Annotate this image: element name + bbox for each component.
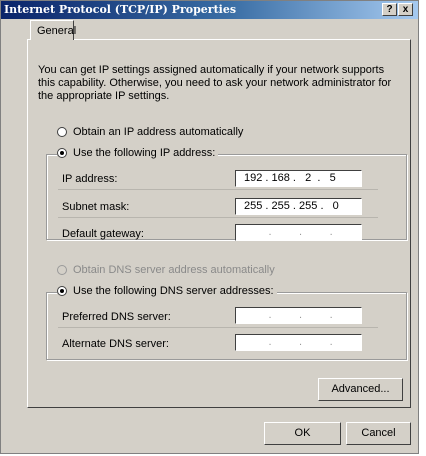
row-divider	[58, 217, 378, 218]
help-button[interactable]: ?	[382, 3, 397, 16]
dialog-title: Internet Protocol (TCP/IP) Properties	[4, 3, 237, 16]
radio-unchecked-icon	[57, 127, 67, 137]
radio-checked-icon	[57, 148, 67, 158]
use-following-ip-label: Use the following IP address:	[73, 147, 216, 159]
advanced-button[interactable]: Advanced...	[318, 378, 403, 401]
subnet-mask-field[interactable]: 255 . 255 . 255 . 0	[235, 198, 362, 215]
ok-button[interactable]: OK	[264, 422, 341, 445]
obtain-dns-automatically-label: Obtain DNS server address automatically	[73, 264, 275, 276]
alternate-dns-field[interactable]: . . .	[235, 334, 362, 351]
title-bar[interactable]: Internet Protocol (TCP/IP) Properties ? …	[1, 1, 418, 19]
ip-address-label: IP address:	[62, 173, 118, 185]
use-following-dns-radio[interactable]: Use the following DNS server addresses:	[57, 285, 277, 299]
obtain-dns-automatically-radio[interactable]: Obtain DNS server address automatically	[57, 264, 275, 278]
obtain-ip-automatically-radio[interactable]: Obtain an IP address automatically	[57, 126, 244, 140]
preferred-dns-label: Preferred DNS server:	[62, 311, 171, 323]
radio-disabled-icon	[57, 265, 67, 275]
cancel-button[interactable]: Cancel	[346, 422, 411, 445]
preferred-dns-field[interactable]: . . .	[235, 307, 362, 324]
description-text: You can get IP settings assigned automat…	[38, 64, 392, 102]
subnet-mask-label: Subnet mask:	[62, 201, 130, 213]
use-following-ip-radio[interactable]: Use the following IP address:	[57, 147, 219, 161]
close-button[interactable]: x	[398, 3, 413, 16]
use-following-dns-label: Use the following DNS server addresses:	[73, 285, 274, 297]
radio-checked-icon	[57, 286, 67, 296]
default-gateway-label: Default gateway:	[62, 228, 144, 240]
ip-address-field[interactable]: 192 . 168 . 2 . 5	[235, 170, 362, 187]
row-divider	[58, 189, 378, 190]
default-gateway-field[interactable]: . . .	[235, 224, 362, 241]
obtain-ip-automatically-label: Obtain an IP address automatically	[73, 126, 244, 138]
row-divider	[58, 327, 378, 328]
tab-general[interactable]: General	[30, 20, 76, 40]
alternate-dns-label: Alternate DNS server:	[62, 338, 169, 350]
